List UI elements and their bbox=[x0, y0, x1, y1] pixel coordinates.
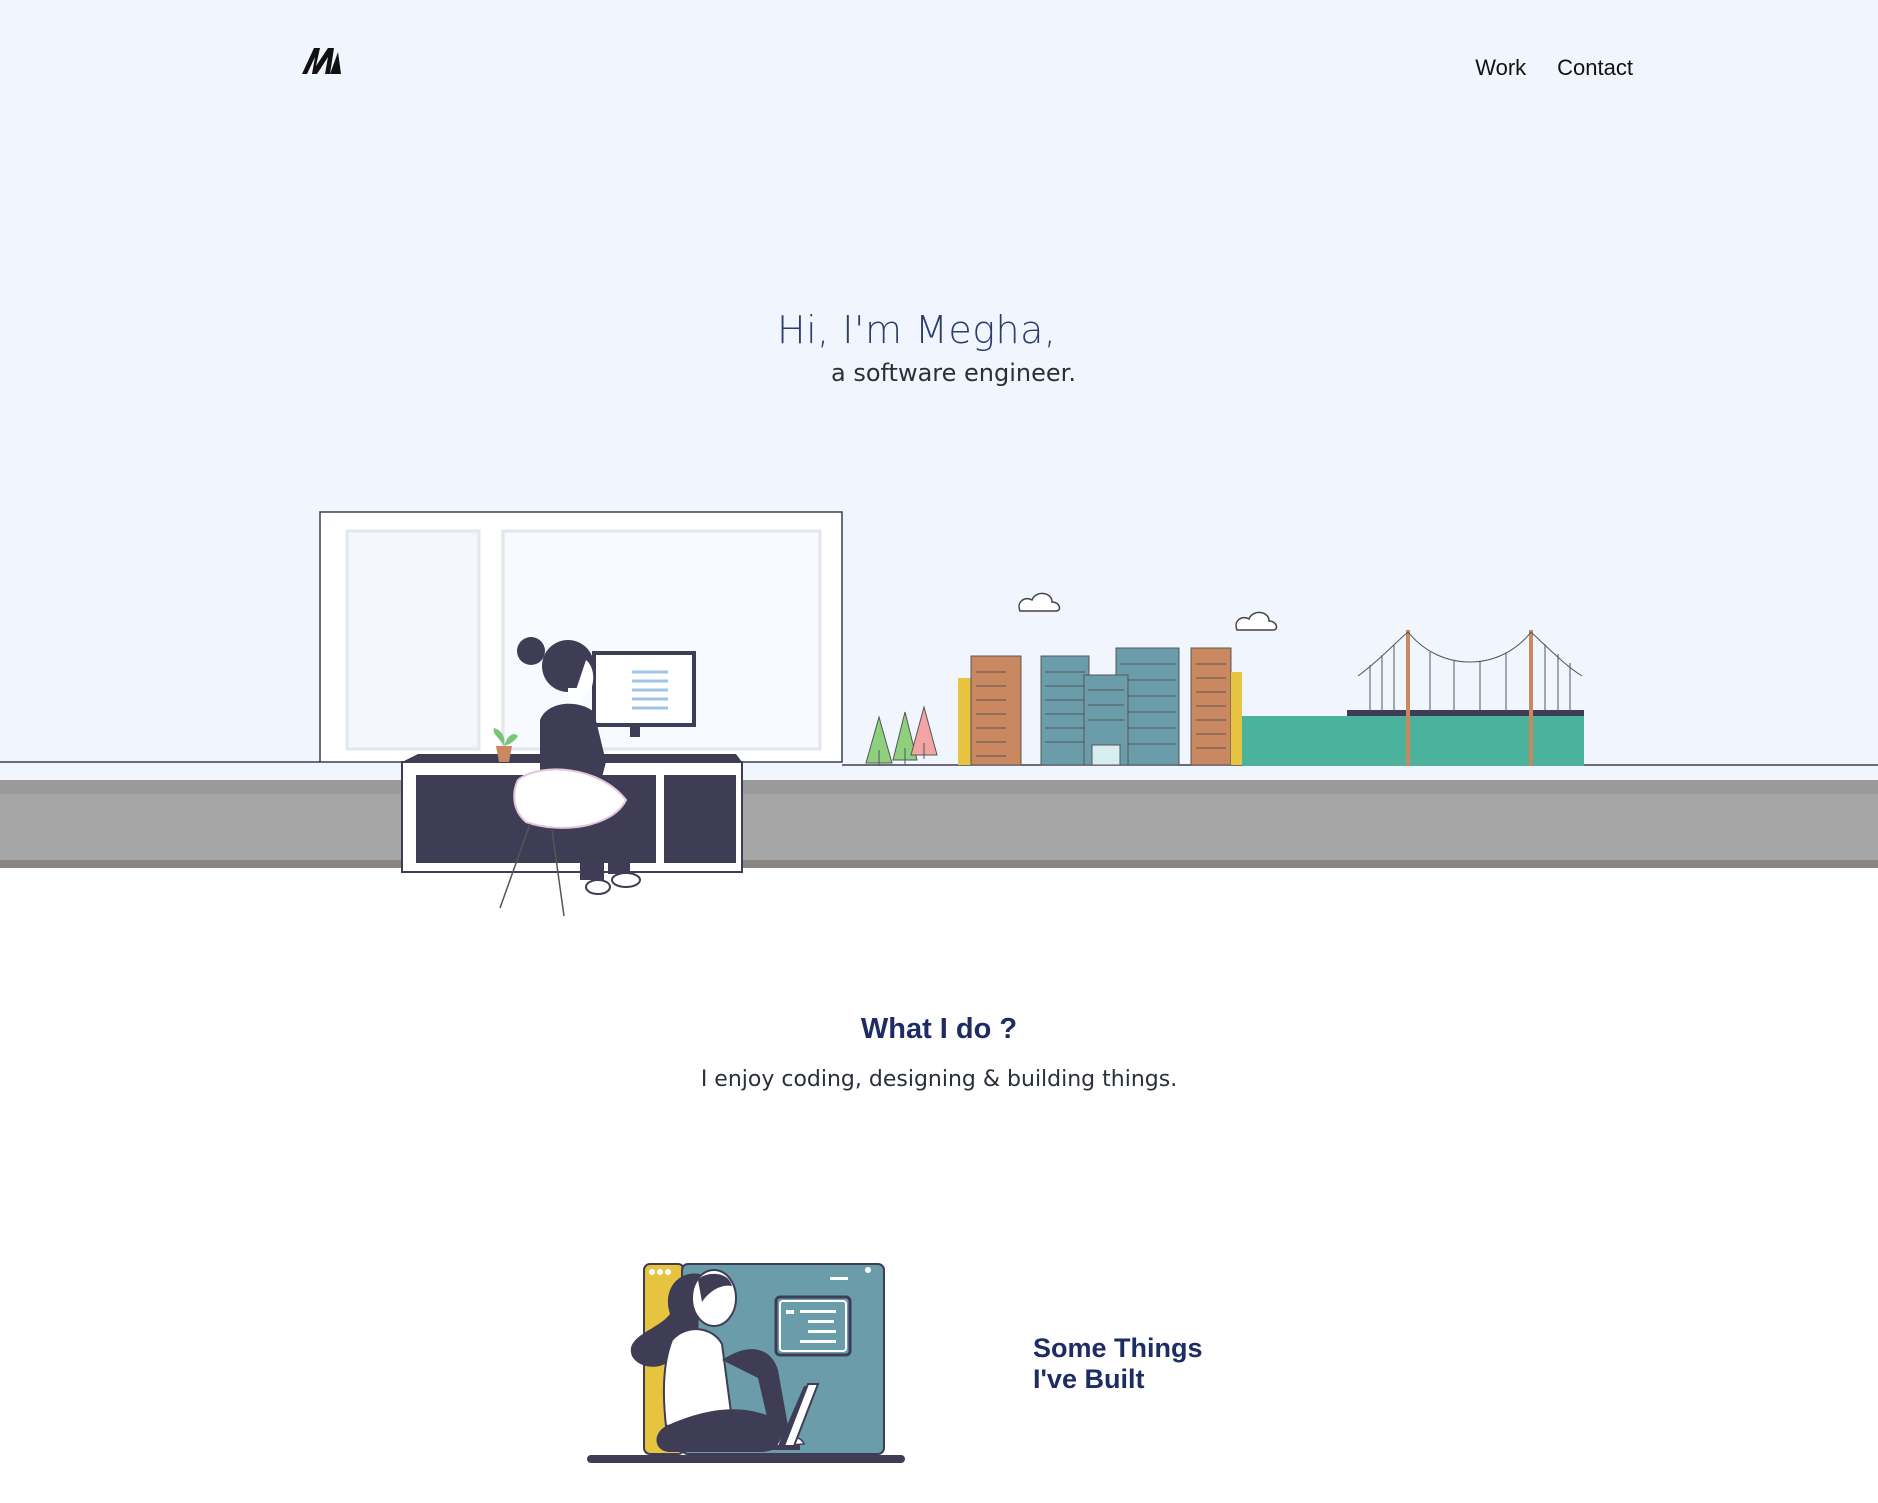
what-i-do-title: What I do ? bbox=[860, 1013, 1018, 1045]
projects-title-line2: I've Built bbox=[1033, 1364, 1145, 1394]
hero-title: Hi, I'm Megha, bbox=[777, 308, 1057, 352]
projects-title[interactable]: Some Things I've Built bbox=[1033, 1333, 1233, 1395]
city-buildings bbox=[958, 647, 1242, 766]
projects-title-line1: Some Things bbox=[1033, 1333, 1203, 1363]
projects-illustration bbox=[587, 1263, 905, 1463]
code-window-icon bbox=[774, 1295, 852, 1357]
tree-icon bbox=[865, 705, 938, 766]
what-i-do-text: I enjoy coding, designing & building thi… bbox=[700, 1067, 1178, 1092]
monitor-icon bbox=[592, 651, 696, 737]
bridge-icon bbox=[1242, 630, 1584, 766]
cloud-icon bbox=[1018, 592, 1061, 612]
window-pane-left bbox=[345, 529, 481, 751]
nav-work-link[interactable]: Work bbox=[1475, 55, 1526, 81]
hero-subtitle: a software engineer. bbox=[831, 359, 1076, 387]
main-nav: Work Contact bbox=[1475, 55, 1633, 81]
page: Work Contact Hi, I'm Megha, a software e… bbox=[0, 0, 1878, 1503]
logo-icon[interactable] bbox=[300, 44, 342, 76]
hero-illustration bbox=[0, 511, 1878, 917]
cloud-icon bbox=[1235, 611, 1278, 631]
nav-contact-link[interactable]: Contact bbox=[1557, 55, 1633, 81]
